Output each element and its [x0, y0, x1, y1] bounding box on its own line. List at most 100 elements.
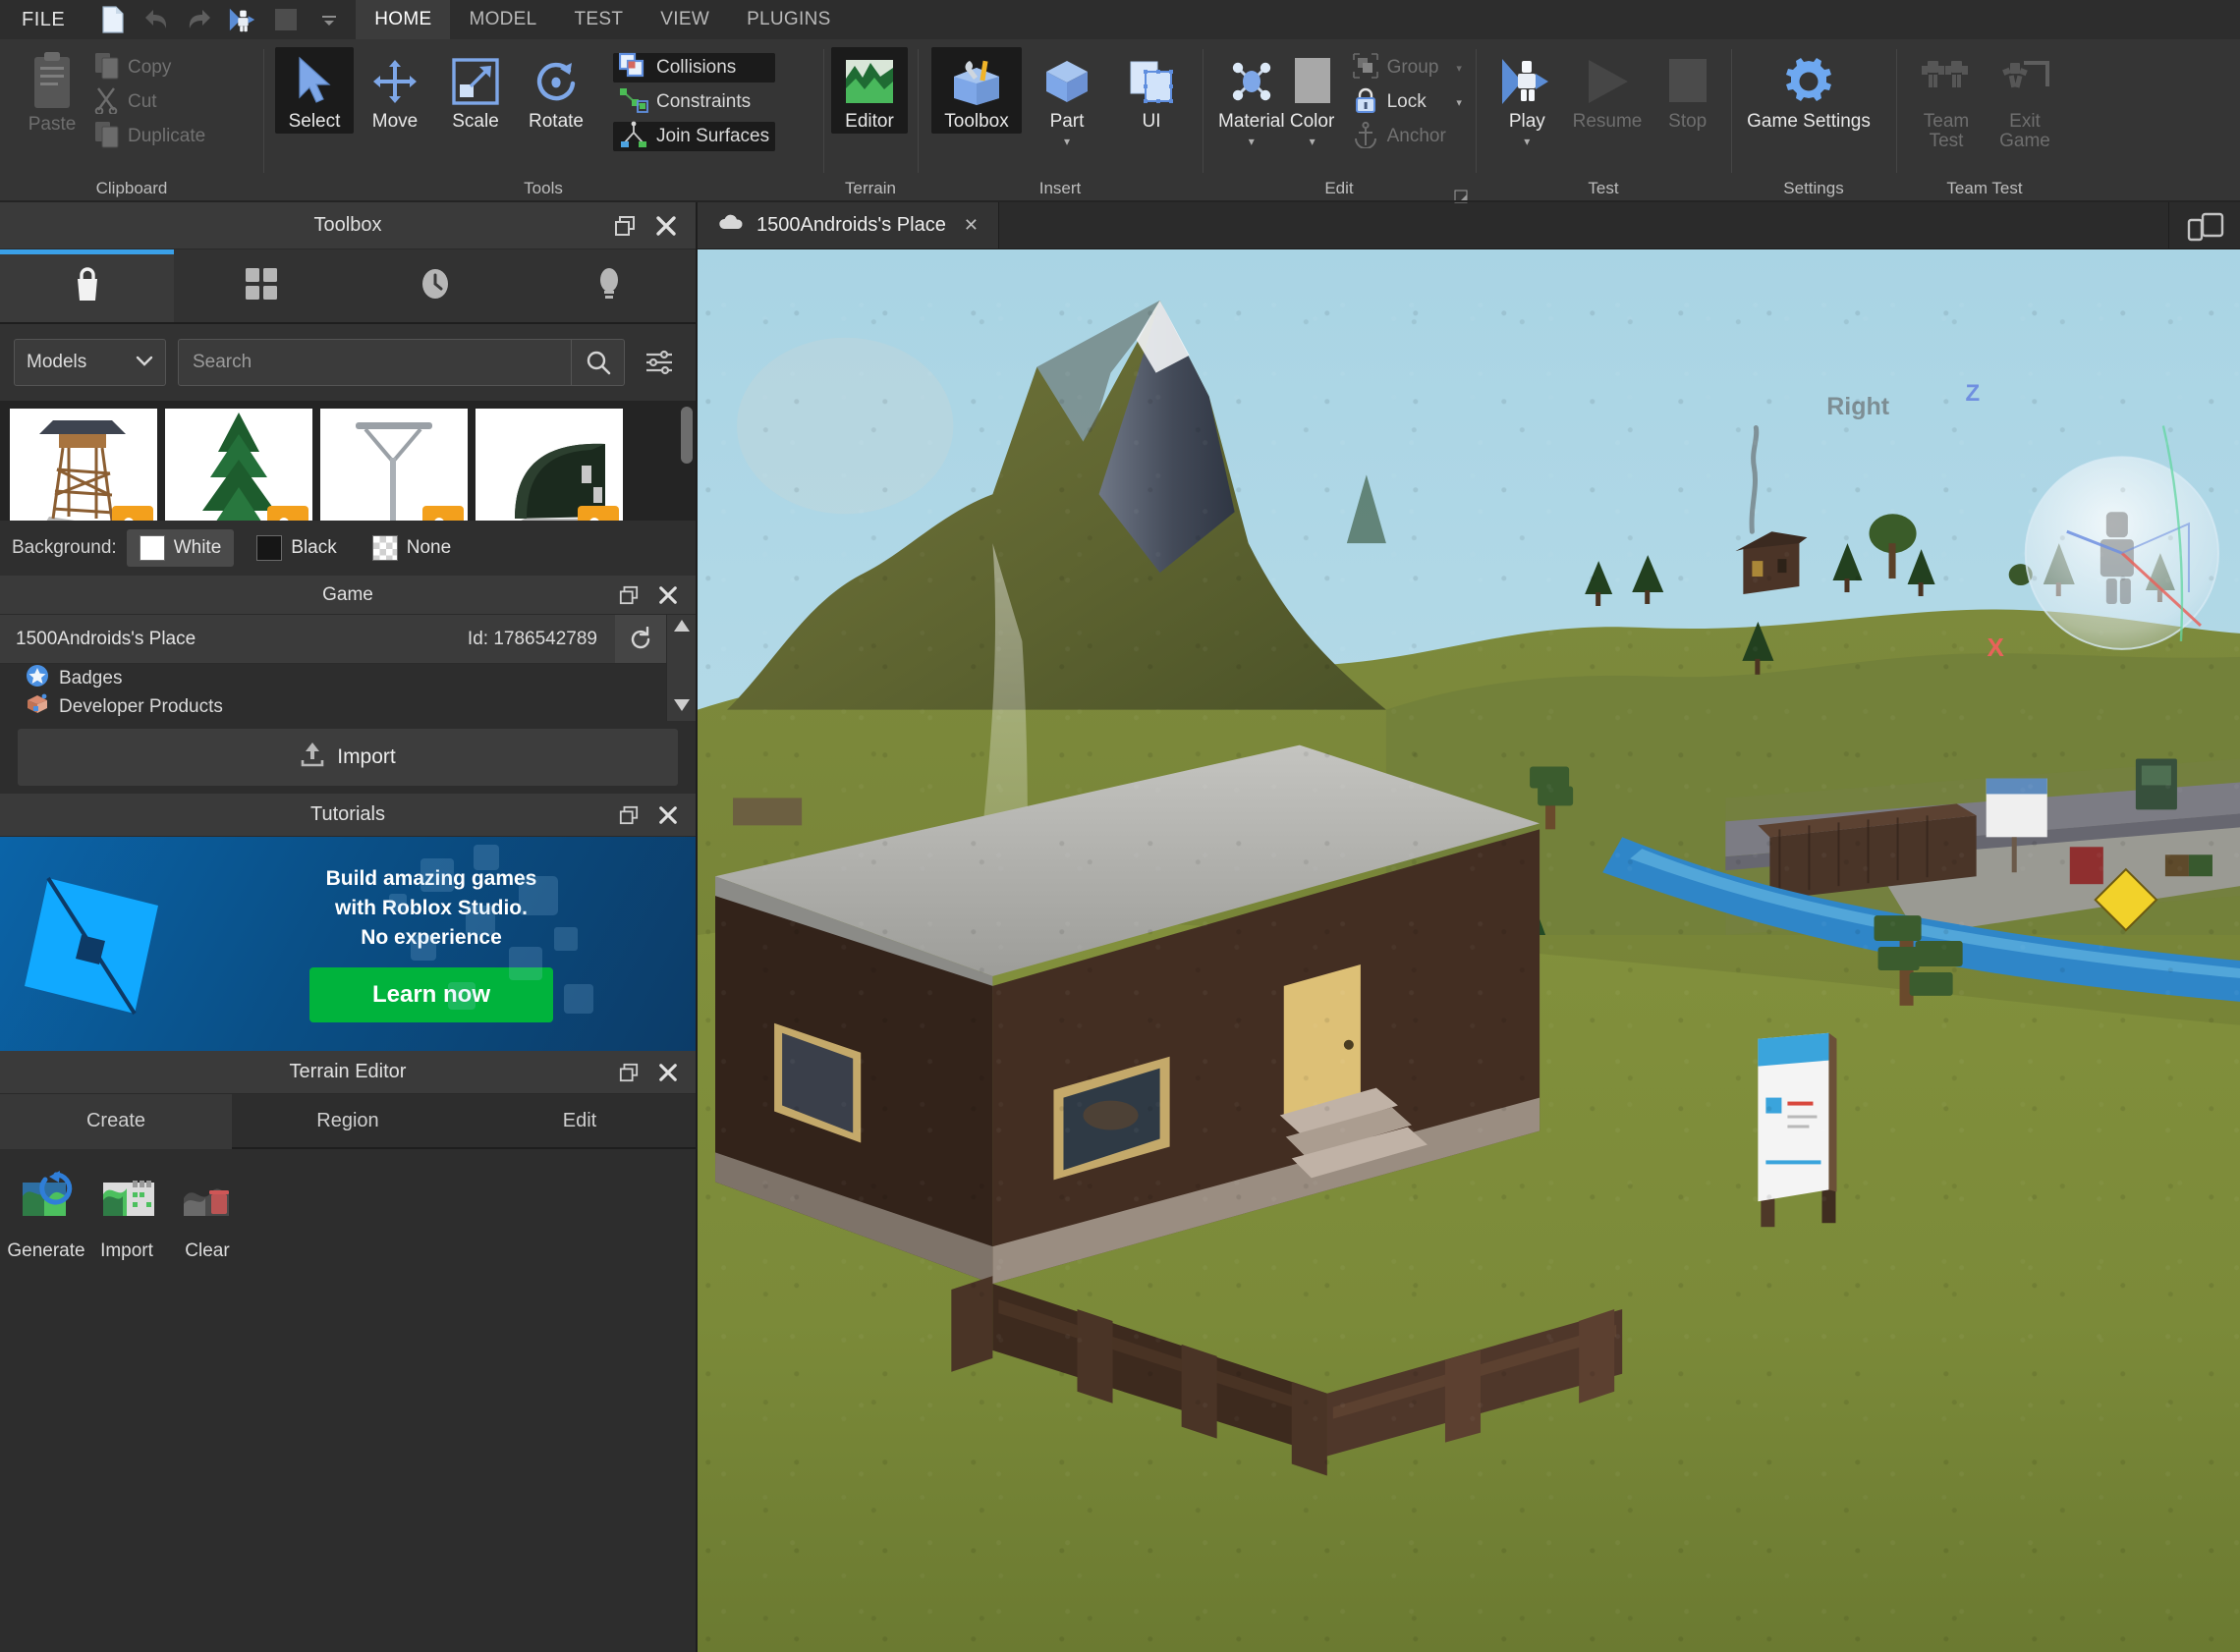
move-tool-button[interactable]: Move	[356, 47, 434, 134]
terrain-tab-edit[interactable]: Edit	[464, 1094, 696, 1147]
device-emulation-icon[interactable]	[2169, 202, 2240, 248]
ribbon-group-label-settings: Settings	[1783, 179, 1844, 197]
play-caret-icon[interactable]: ▾	[1524, 136, 1530, 147]
toolbox-panel-title: Toolbox	[313, 214, 382, 236]
refresh-icon[interactable]	[615, 615, 666, 663]
material-button[interactable]: Material ▾	[1216, 47, 1287, 148]
sliders-filter-icon[interactable]	[637, 339, 682, 386]
lock-button[interactable]: Lock ▾	[1346, 87, 1468, 117]
game-tree-scrollbar[interactable]	[666, 615, 696, 721]
background-option-black[interactable]: Black	[244, 529, 349, 567]
game-settings-button[interactable]: Game Settings	[1745, 47, 1873, 134]
new-file-icon[interactable]	[98, 5, 128, 34]
tutorials-close-icon[interactable]	[654, 801, 682, 829]
material-caret-icon[interactable]: ▾	[1249, 136, 1255, 147]
game-popout-icon[interactable]	[615, 581, 643, 609]
customize-caret-icon[interactable]	[314, 5, 344, 34]
tutorials-popout-icon[interactable]	[615, 801, 643, 829]
anchor-button[interactable]: Anchor	[1346, 121, 1468, 151]
tutorials-banner[interactable]: Build amazing games with Roblox Studio. …	[0, 837, 696, 1051]
toolbox-results-scrollbar[interactable]	[681, 407, 693, 464]
search-icon[interactable]	[571, 340, 624, 385]
terrain-clear-button[interactable]: Clear	[167, 1171, 248, 1262]
paste-button[interactable]: Paste	[16, 47, 88, 136]
ribbon-group-settings: Game Settings Settings	[1731, 39, 1896, 202]
white-swatch-icon	[139, 535, 165, 561]
ribbon-tab-list: HOME MODEL TEST VIEW PLUGINS	[356, 0, 849, 39]
team-test-button[interactable]: Team Test	[1910, 47, 1983, 153]
marketplace-badge-icon	[578, 506, 619, 521]
color-button[interactable]: Color ▾	[1287, 47, 1338, 148]
scale-tool-button[interactable]: Scale	[436, 47, 515, 134]
exit-game-button[interactable]: Exit Game	[1988, 47, 2061, 153]
background-option-white[interactable]: White	[126, 529, 235, 567]
toolbox-result-street-lamp[interactable]	[320, 409, 468, 521]
terrain-tab-create[interactable]: Create	[0, 1094, 232, 1149]
gear-icon	[1782, 53, 1835, 110]
game-tree-item-developer-products[interactable]: Developer Products	[0, 692, 666, 721]
viewport-tab-label: 1500Androids's Place	[756, 214, 946, 236]
ribbon-tab-view[interactable]: VIEW	[642, 0, 728, 39]
toolbox-tab-recent[interactable]	[348, 249, 522, 322]
ribbon-tab-plugins[interactable]: PLUGINS	[728, 0, 850, 39]
terrain-tab-region[interactable]: Region	[232, 1094, 464, 1147]
undo-icon[interactable]	[141, 5, 171, 34]
stop-icon[interactable]	[271, 5, 301, 34]
scroll-up-arrow-icon[interactable]	[673, 619, 691, 637]
background-option-none[interactable]: None	[360, 529, 464, 567]
toolbox-search-box[interactable]	[178, 339, 625, 386]
rotate-tool-button[interactable]: Rotate	[517, 47, 595, 134]
join-surfaces-toggle[interactable]: Join Surfaces	[613, 121, 776, 151]
terrain-import-button[interactable]: Import	[86, 1171, 167, 1262]
copy-button[interactable]: Copy	[88, 52, 211, 83]
toolbox-button[interactable]: Toolbox	[931, 47, 1022, 134]
game-tree-item-badges[interactable]: Badges	[0, 664, 666, 692]
game-close-icon[interactable]	[654, 581, 682, 609]
constraints-toggle[interactable]: Constraints	[613, 87, 775, 117]
terrain-editor-button[interactable]: Editor	[831, 47, 908, 134]
cut-button[interactable]: Cut	[88, 86, 211, 117]
collisions-toggle[interactable]: Collisions	[613, 52, 776, 83]
import-button[interactable]: Import	[18, 729, 678, 786]
toolbox-result-watchtower[interactable]	[10, 409, 157, 521]
viewport-tab-close-icon[interactable]: ✕	[964, 215, 979, 236]
toolbox-category-select[interactable]: Models	[14, 339, 166, 386]
group-caret-icon[interactable]: ▾	[1446, 62, 1462, 75]
play-button[interactable]: Play ▾	[1493, 47, 1561, 148]
part-caret-icon[interactable]: ▾	[1064, 136, 1070, 147]
color-caret-icon[interactable]: ▾	[1310, 136, 1316, 147]
toolbox-tab-marketplace[interactable]	[0, 249, 174, 322]
play-icon[interactable]	[228, 5, 257, 34]
toolbox-tab-creations[interactable]	[522, 249, 696, 322]
exit-game-icon	[1998, 53, 2051, 110]
viewport-tab-place[interactable]: 1500Androids's Place ✕	[698, 202, 999, 248]
toolbox-result-pine-tree[interactable]	[165, 409, 312, 521]
ribbon-tab-home[interactable]: HOME	[356, 0, 451, 39]
file-menu-button[interactable]: FILE	[0, 0, 86, 39]
scroll-down-arrow-icon[interactable]	[673, 698, 691, 717]
resume-button[interactable]: Resume	[1571, 47, 1645, 134]
toolbox-popout-icon[interactable]	[611, 212, 639, 240]
terrain-generate-button[interactable]: Generate	[6, 1171, 86, 1262]
terrain-popout-icon[interactable]	[615, 1059, 643, 1086]
toolbox-tab-inventory[interactable]	[174, 249, 348, 322]
search-input[interactable]	[179, 340, 571, 385]
insert-part-button[interactable]: Part ▾	[1028, 47, 1106, 148]
duplicate-button[interactable]: Duplicate	[88, 121, 211, 151]
terrain-close-icon[interactable]	[654, 1059, 682, 1086]
ribbon-tab-test[interactable]: TEST	[556, 0, 643, 39]
redo-icon[interactable]	[185, 5, 214, 34]
ribbon-tab-model[interactable]: MODEL	[450, 0, 555, 39]
terrain-editor-empty-area	[0, 1267, 696, 1652]
toolbox-result-quonset-hut[interactable]	[476, 409, 623, 521]
viewport-3d[interactable]: Right Z X	[698, 249, 2240, 1652]
lock-caret-icon[interactable]: ▾	[1446, 96, 1462, 109]
toolbox-close-icon[interactable]	[652, 212, 680, 240]
group-button[interactable]: Group ▾	[1346, 52, 1468, 83]
select-tool-button[interactable]: Select	[275, 47, 354, 134]
stop-button[interactable]: Stop	[1653, 47, 1721, 134]
roblox-logo-icon	[0, 860, 187, 1027]
insert-ui-button[interactable]: UI	[1112, 47, 1191, 134]
dialog-launcher-icon[interactable]	[1454, 185, 1468, 203]
game-place-name: 1500Androids's Place	[16, 628, 196, 649]
